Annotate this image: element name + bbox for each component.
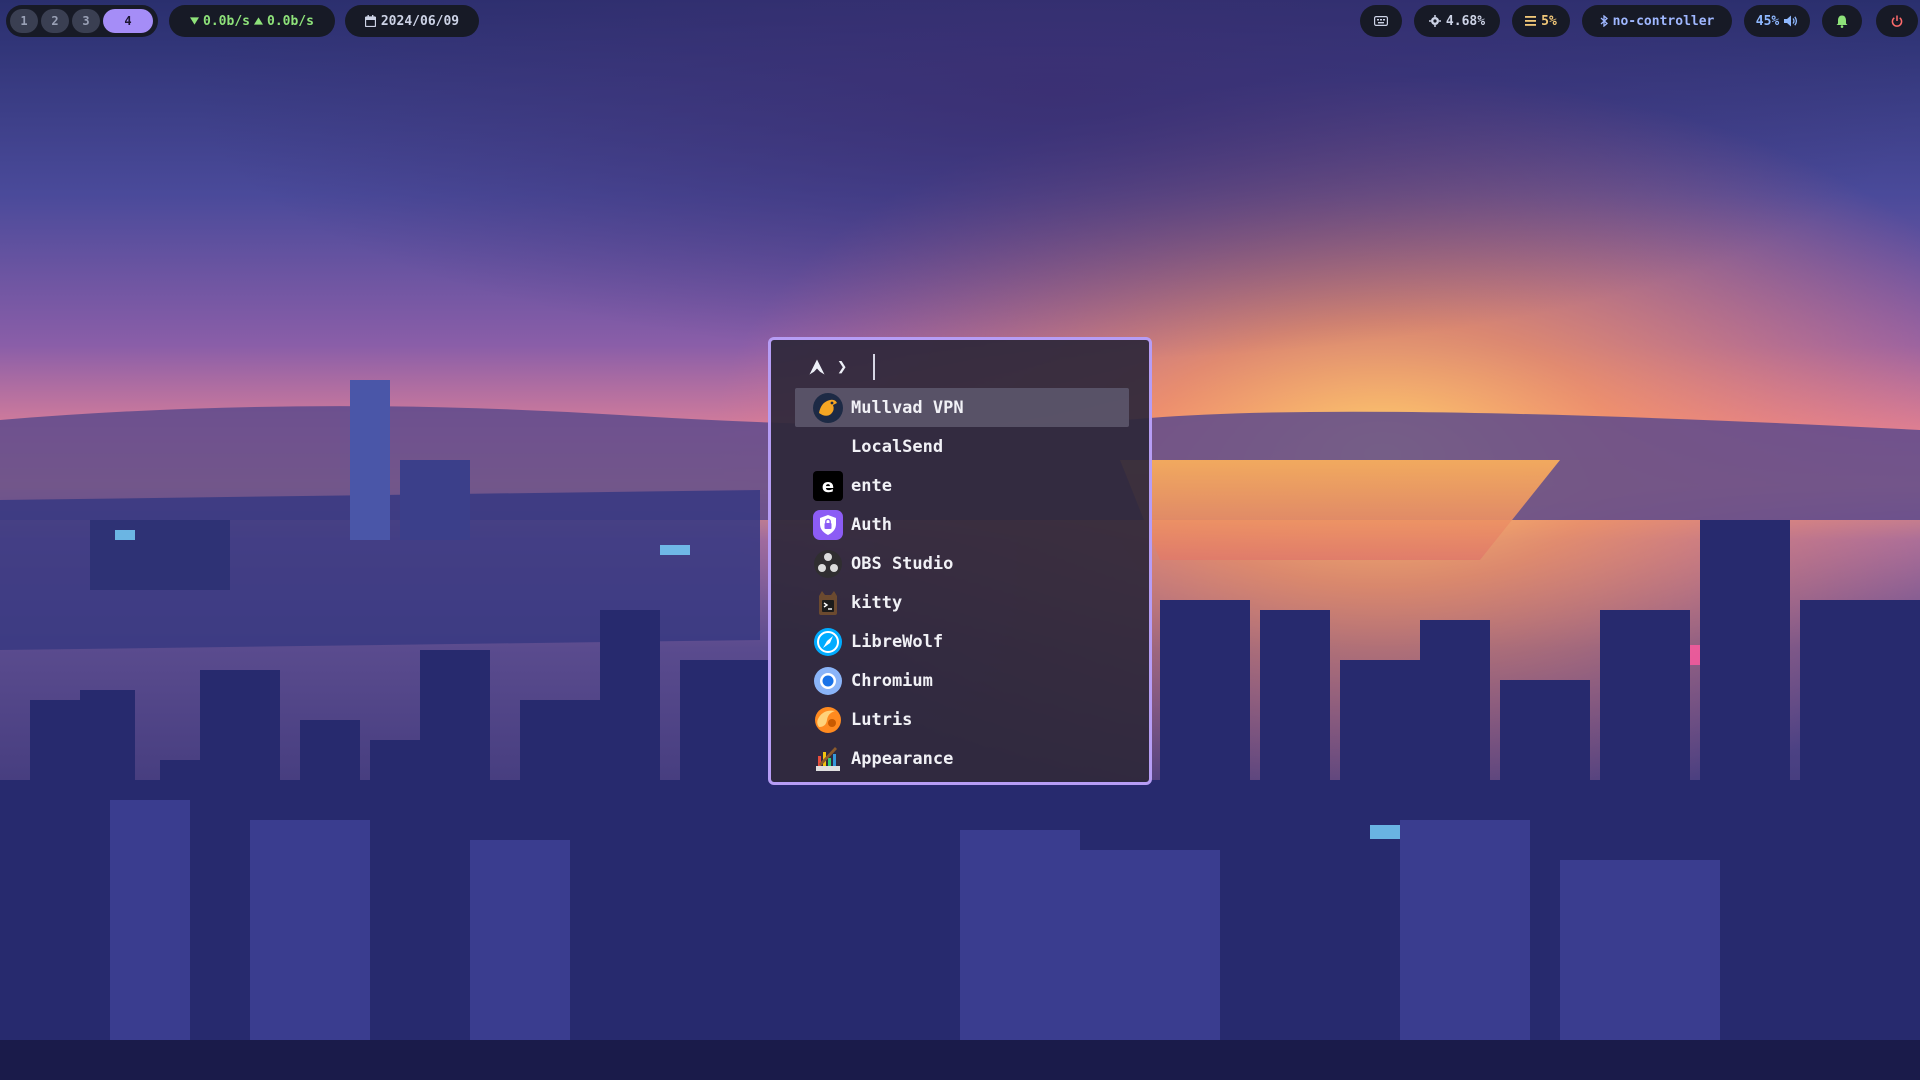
launcher-item-appearance[interactable]: Appearance [795,739,1129,778]
date-text: 2024/06/09 [380,13,460,29]
launcher-item-obs-studio[interactable]: OBS Studio [795,544,1129,583]
download-speed: 0.0b/s [203,13,250,29]
launcher-item-label: Auth [851,514,892,535]
date-widget[interactable]: 2024/06/09 [345,5,479,37]
launcher-item-label: Mullvad VPN [851,397,964,418]
bluetooth-status-text: no-controller [1612,13,1715,29]
bluetooth-icon [1600,15,1608,27]
workspace-button-4[interactable]: 4 [103,9,153,33]
network-speed-widget[interactable]: 0.0b/s 0.0b/s [169,5,335,37]
launcher-item-auth[interactable]: Auth [795,505,1129,544]
chromium-icon [812,665,844,697]
cpu-usage-widget[interactable]: 4.68% [1414,5,1500,37]
mullvad-icon [812,392,844,424]
keyboard-icon [1374,16,1388,26]
launcher-prompt: ❯ [809,354,847,380]
launcher-item-label: kitty [851,592,903,613]
launcher-item-lutris[interactable]: Lutris [795,700,1129,739]
launcher-item-ente[interactable]: e ente [795,466,1129,505]
notifications-button[interactable] [1822,5,1862,37]
launcher-item-label: Chromium [851,670,933,691]
launcher-search-input[interactable] [873,354,1115,380]
launcher-item-mullvad-vpn[interactable]: Mullvad VPN [795,388,1129,427]
workspace-button-1[interactable]: 1 [10,9,38,33]
upload-arrow-icon [254,17,263,25]
librewolf-icon [812,626,844,658]
keyboard-layout-widget[interactable] [1360,5,1402,37]
workspace-switcher: 1 2 3 4 [6,5,158,37]
lutris-icon [812,704,844,736]
bell-icon [1836,15,1848,28]
bluetooth-widget[interactable]: no-controller [1582,5,1732,37]
volume-widget[interactable]: 45% [1744,5,1810,37]
launcher-item-label: OBS Studio [851,553,954,574]
memory-usage-widget[interactable]: 5% [1512,5,1570,37]
cpu-usage-text: 4.68% [1445,13,1486,29]
app-launcher: ❯ Mullvad VPN LocalSend e ente Auth OBS … [768,337,1152,785]
power-button[interactable] [1876,5,1918,37]
calendar-icon [364,15,376,27]
launcher-item-label: LibreWolf [851,631,944,652]
arch-logo-icon [809,359,825,375]
cpu-icon [1428,15,1441,27]
auth-icon [812,509,844,541]
launcher-item-localsend[interactable]: LocalSend [795,427,1129,466]
appearance-icon [812,743,844,775]
launcher-item-label: Appearance [851,748,954,769]
ente-icon: e [812,470,844,502]
launcher-item-kitty[interactable]: kitty [795,583,1129,622]
launcher-item-librewolf[interactable]: LibreWolf [795,622,1129,661]
launcher-item-chromium[interactable]: Chromium [795,661,1129,700]
workspace-button-3[interactable]: 3 [72,9,100,33]
volume-level-text: 45% [1755,13,1780,29]
memory-icon [1525,16,1537,26]
launcher-item-label: ente [851,475,892,496]
launcher-item-label: Lutris [851,709,913,730]
prompt-symbol: ❯ [837,357,848,377]
speaker-icon [1784,15,1798,27]
power-icon [1891,15,1903,27]
svg-text:e: e [822,476,834,497]
workspace-button-2[interactable]: 2 [41,9,69,33]
launcher-item-label: LocalSend [851,436,944,457]
launcher-results-list: Mullvad VPN LocalSend e ente Auth OBS St… [795,388,1129,778]
download-arrow-icon [190,17,200,25]
upload-speed: 0.0b/s [267,13,314,29]
memory-usage-text: 5% [1541,13,1557,29]
obs-icon [812,548,844,580]
kitty-icon [812,587,844,619]
